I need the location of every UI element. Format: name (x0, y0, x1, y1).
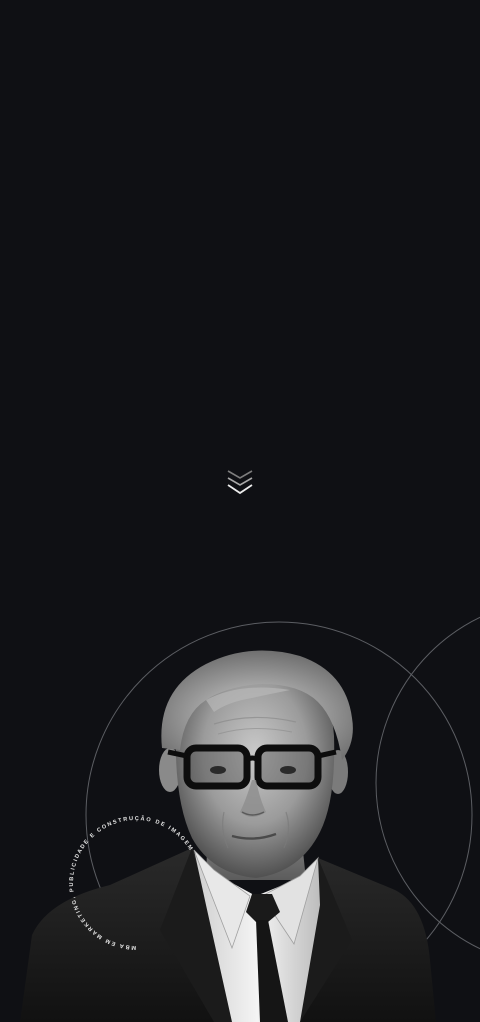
circular-text-badge: MBA EM MARKETING, PUBLICIDADE E CONSTRUÇ… (69, 815, 194, 950)
badge-text: MBA EM MARKETING, PUBLICIDADE E CONSTRUÇ… (69, 815, 194, 950)
hero-section: MBA EM MARKETING, PUBLICIDADE E CONSTRUÇ… (0, 0, 480, 1022)
